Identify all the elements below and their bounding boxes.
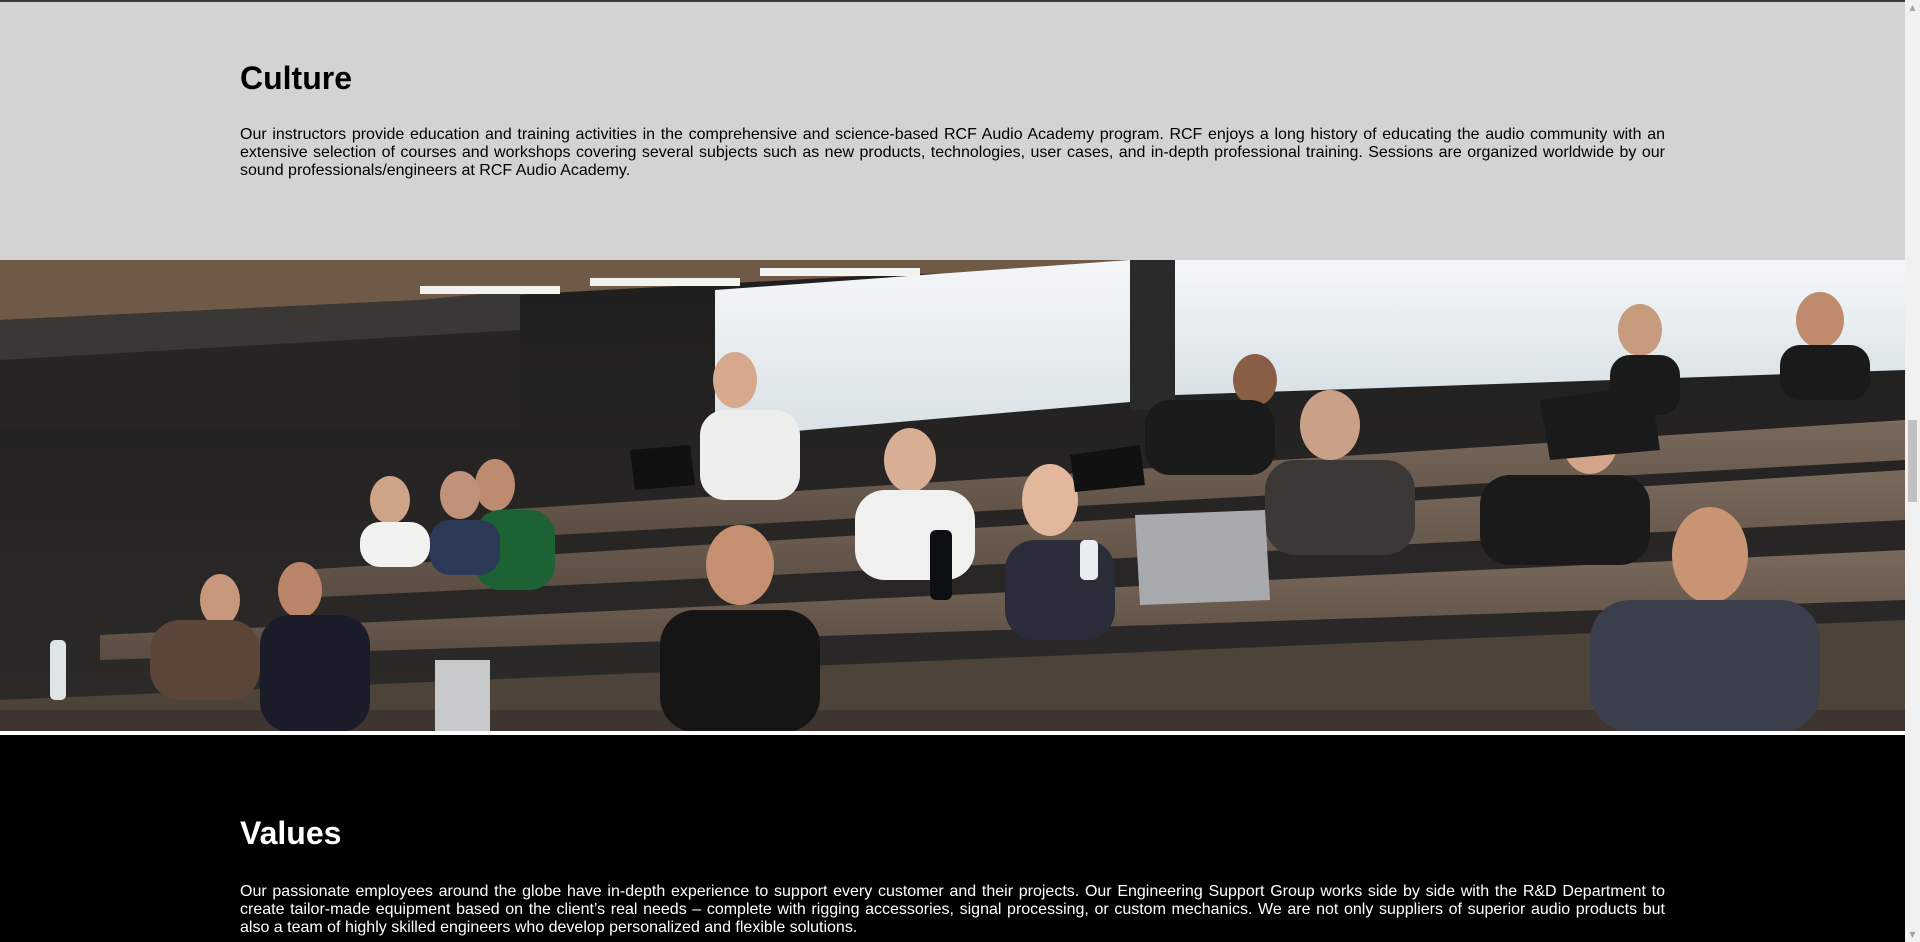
scrollbar-thumb[interactable]: [1908, 420, 1917, 502]
scroll-down-icon[interactable]: ▼: [1905, 927, 1920, 942]
culture-heading: Culture: [240, 60, 352, 96]
culture-section: Culture Our instructors provide educatio…: [0, 2, 1905, 260]
culture-paragraph: Our instructors provide education and tr…: [240, 126, 1665, 179]
values-paragraph: Our passionate employees around the glob…: [240, 883, 1665, 936]
scroll-up-icon[interactable]: ▲: [1905, 0, 1920, 15]
vertical-scrollbar[interactable]: ▲ ▼: [1905, 0, 1920, 942]
values-heading: Values: [240, 815, 342, 851]
classroom-photo: [0, 260, 1905, 732]
values-section: Values Our passionate employees around t…: [0, 735, 1905, 942]
page: Culture Our instructors provide educatio…: [0, 0, 1905, 942]
